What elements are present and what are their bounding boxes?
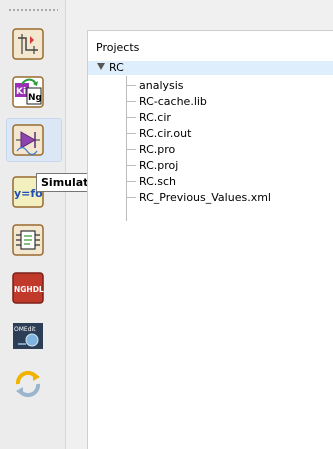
collapse-arrow-icon[interactable] (97, 63, 105, 70)
kicad-schematic-button[interactable] (12, 28, 44, 60)
tree-item-label: analysis (139, 79, 184, 92)
nghdl-button[interactable]: NGHDL (12, 272, 44, 304)
nghdl-text: NGHDL (14, 285, 44, 294)
refresh-icon (12, 368, 44, 400)
tree-item-label: RC.sch (139, 175, 177, 188)
tree-item-label: RC.pro (139, 143, 176, 156)
svg-text:Ki: Ki (16, 87, 26, 97)
left-toolbar: Ki Ng y=fo NGHDL OMEdit (0, 0, 66, 449)
kicad-to-ngspice-icon: Ki Ng (12, 76, 44, 108)
tree-root-row[interactable]: RC (88, 61, 333, 75)
tree-item-label: RC_Previous_Values.xml (139, 191, 271, 204)
openmodelica-icon: OMEdit (12, 320, 44, 352)
simulation-icon (12, 124, 44, 156)
svg-text:Ng: Ng (28, 93, 42, 103)
project-explorer: Projects RC analysis RC-cache.lib RC.cir… (87, 30, 333, 449)
simulation-button[interactable] (6, 118, 62, 162)
refresh-button[interactable] (12, 368, 44, 400)
toolbar-grip[interactable] (8, 8, 58, 12)
tree-root-label: RC (109, 61, 124, 74)
tree-header: Projects (96, 41, 140, 54)
tree-item-label: RC.cir (139, 111, 171, 124)
nghdl-icon: NGHDL (12, 272, 44, 304)
om-text: OMEdit (14, 326, 36, 333)
subcircuit-icon (12, 224, 44, 256)
subcircuit-button[interactable] (12, 224, 44, 256)
tree-item-label: RC.proj (139, 159, 179, 172)
openmodelica-button[interactable]: OMEdit (12, 320, 44, 352)
kicad-to-ngspice-button[interactable]: Ki Ng (12, 76, 44, 108)
kicad-schematic-icon (12, 28, 44, 60)
tree-item-label: RC-cache.lib (139, 95, 207, 108)
tree-item-label: RC.cir.out (139, 127, 192, 140)
